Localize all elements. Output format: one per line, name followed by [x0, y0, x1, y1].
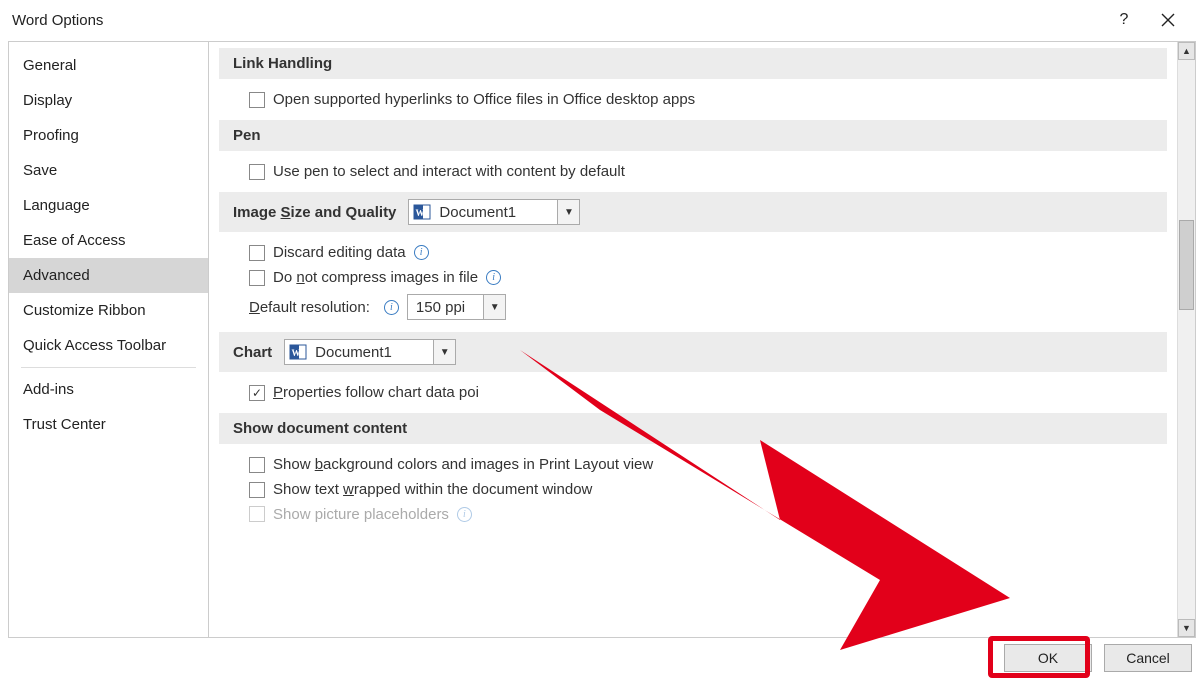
info-icon[interactable]: i	[384, 300, 399, 315]
label-discard-editing: Discard editing data	[273, 244, 406, 261]
sidebar-item-language[interactable]: Language	[9, 188, 208, 223]
word-doc-icon: W	[289, 343, 307, 361]
sidebar-item-ease-of-access[interactable]: Ease of Access	[9, 223, 208, 258]
dropdown-image-document-value: Document1	[437, 204, 557, 221]
word-doc-icon: W	[413, 203, 431, 221]
checkbox-background-colors[interactable]	[249, 457, 265, 473]
section-chart: Chart W Document1 ▼	[219, 332, 1167, 372]
dropdown-image-document[interactable]: W Document1 ▼	[408, 199, 580, 225]
titlebar: Word Options ?	[0, 0, 1200, 40]
sidebar-item-display[interactable]: Display	[9, 83, 208, 118]
label-no-compress: Do not compress images in file	[273, 269, 478, 286]
chevron-down-icon: ▼	[483, 295, 505, 319]
svg-text:W: W	[292, 348, 301, 358]
options-sidebar: General Display Proofing Save Language E…	[8, 41, 208, 638]
scroll-down-icon[interactable]: ▼	[1178, 619, 1195, 637]
sidebar-item-add-ins[interactable]: Add-ins	[9, 372, 208, 407]
section-link-handling: Link Handling	[219, 48, 1167, 79]
label-open-hyperlinks: Open supported hyperlinks to Office file…	[273, 91, 695, 108]
checkbox-text-wrapped[interactable]	[249, 482, 265, 498]
dropdown-chart-document-value: Document1	[313, 344, 433, 361]
checkbox-picture-placeholders[interactable]	[249, 506, 265, 522]
chevron-down-icon: ▼	[433, 340, 455, 364]
chevron-down-icon: ▼	[557, 200, 579, 224]
scrollbar-vertical[interactable]: ▲ ▼	[1177, 42, 1195, 637]
dropdown-resolution[interactable]: 150 ppi ▼	[407, 294, 506, 320]
section-chart-title: Chart	[233, 344, 272, 361]
info-icon[interactable]: i	[414, 245, 429, 260]
scroll-thumb[interactable]	[1179, 220, 1194, 310]
svg-text:W: W	[416, 208, 425, 218]
label-use-pen: Use pen to select and interact with cont…	[273, 163, 625, 180]
sidebar-item-save[interactable]: Save	[9, 153, 208, 188]
sidebar-item-advanced[interactable]: Advanced	[9, 258, 208, 293]
label-text-wrapped: Show text wrapped within the document wi…	[273, 481, 592, 498]
dialog-footer: OK Cancel	[1004, 644, 1192, 672]
sidebar-item-general[interactable]: General	[9, 48, 208, 83]
checkbox-discard-editing[interactable]	[249, 245, 265, 261]
section-image-title: Image Size and Quality	[233, 204, 396, 221]
info-icon[interactable]: i	[486, 270, 501, 285]
options-main: Link Handling Open supported hyperlinks …	[208, 41, 1196, 638]
sidebar-item-trust-center[interactable]: Trust Center	[9, 407, 208, 442]
sidebar-item-proofing[interactable]: Proofing	[9, 118, 208, 153]
close-icon[interactable]	[1146, 4, 1190, 36]
scroll-track[interactable]	[1178, 60, 1195, 619]
checkbox-use-pen[interactable]	[249, 164, 265, 180]
checkbox-open-hyperlinks[interactable]	[249, 92, 265, 108]
section-pen: Pen	[219, 120, 1167, 151]
dropdown-chart-document[interactable]: W Document1 ▼	[284, 339, 456, 365]
sidebar-separator	[21, 367, 196, 368]
sidebar-item-quick-access-toolbar[interactable]: Quick Access Toolbar	[9, 328, 208, 363]
ok-button[interactable]: OK	[1004, 644, 1092, 672]
checkbox-no-compress[interactable]	[249, 270, 265, 286]
sidebar-item-customize-ribbon[interactable]: Customize Ribbon	[9, 293, 208, 328]
label-picture-placeholders: Show picture placeholders	[273, 506, 449, 523]
label-default-resolution: Default resolution:	[249, 299, 376, 316]
info-icon[interactable]: i	[457, 507, 472, 522]
section-image-quality: Image Size and Quality W Document1 ▼	[219, 192, 1167, 232]
help-icon[interactable]: ?	[1102, 4, 1146, 36]
scroll-up-icon[interactable]: ▲	[1178, 42, 1195, 60]
dropdown-resolution-value: 150 ppi	[408, 299, 483, 316]
label-background-colors: Show background colors and images in Pri…	[273, 456, 653, 473]
checkbox-chart-properties[interactable]	[249, 385, 265, 401]
window-title: Word Options	[12, 12, 1102, 29]
cancel-button[interactable]: Cancel	[1104, 644, 1192, 672]
label-chart-properties: Properties follow chart data poi	[273, 384, 479, 401]
section-show-document-content: Show document content	[219, 413, 1167, 444]
